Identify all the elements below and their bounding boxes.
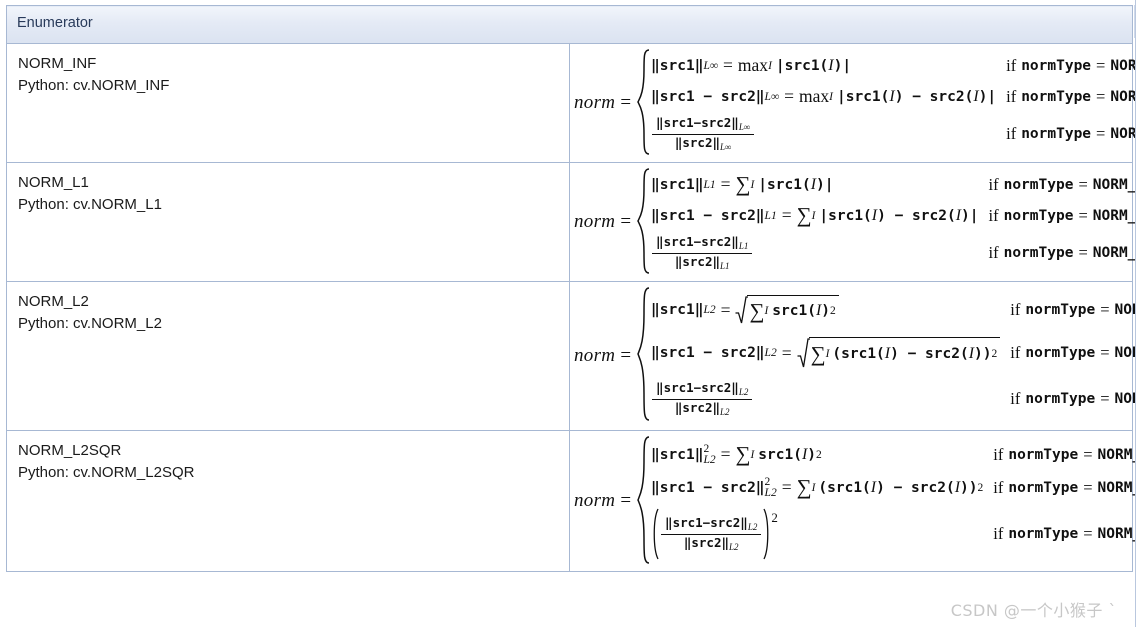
case-expression: ‖src1 − src2‖ 2 L2 = ∑ I (src1(I) − src2(…: [651, 475, 984, 499]
case-expression: ‖src1‖ L2 = ∑ I src1(I) 2: [651, 295, 839, 325]
case-line: ‖src1 − src2‖ L2 = ∑ I (src1(I) − src2(…: [651, 331, 1001, 375]
enum-name-cell: NORM_L2SQR Python: cv.NORM_L2SQR: [6, 430, 570, 572]
table-row: NORM_L2 Python: cv.NORM_L2 norm = ‖src1‖…: [6, 281, 1143, 431]
table-row: NORM_L2SQR Python: cv.NORM_L2SQR norm =: [6, 430, 1143, 572]
case-line: ‖src1 − src2‖ L∞ = max I |src1(I) − src2(I…: [651, 81, 996, 112]
enum-constant-name: NORM_INF: [18, 55, 97, 72]
cases-brace-icon: [637, 435, 651, 567]
case-condition: if normType = NORM_L2: [1010, 289, 1143, 331]
enum-python-alias: Python: cv.NORM_INF: [18, 76, 170, 94]
conditions-list: if normType = NORM_INF if normType = NOR…: [996, 50, 1143, 156]
formula: norm = ‖src1‖ L∞ = max I |src1(I)| ‖sr…: [574, 48, 1143, 158]
case-condition: if normType = NORM_L1: [989, 169, 1143, 200]
case-line: ‖src1−src2‖L2 ‖src2‖L2 2: [651, 504, 983, 564]
formula-equals: =: [620, 345, 632, 366]
enum-constant-name: NORM_L2: [18, 293, 89, 310]
case-condition: if normType = NORM_RELATIVE | NORM_L2SQR: [993, 504, 1143, 564]
case-line: ‖src1‖ L∞ = max I |src1(I)|: [651, 50, 996, 81]
case-expression: ‖src1‖ 2 L2 = ∑ I src1(I) 2: [651, 442, 822, 466]
enum-formula-cell: norm = ‖src1‖ L1 = ∑ I |src1(I)| ‖src1…: [569, 162, 1143, 282]
formula-equals: =: [620, 211, 632, 232]
formula: norm = ‖src1‖ 2 L2 = ∑ I src1(I) 2 ‖sr…: [574, 435, 1143, 567]
case-expression: ‖src1−src2‖L2 ‖src2‖L2 2: [651, 508, 778, 560]
table-body: NORM_INF Python: cv.NORM_INF norm = ‖src…: [6, 43, 1143, 572]
case-expression: ‖src1−src2‖L1 ‖src2‖L1: [651, 234, 753, 271]
square-root: ∑ I src1(I) 2: [735, 295, 839, 325]
formula-lhs: norm: [574, 92, 616, 113]
case-condition: if normType = NORM_L2: [1010, 331, 1143, 375]
formula-lhs: norm: [574, 345, 616, 366]
cases-brace-icon: [637, 286, 651, 426]
enum-formula-cell: norm = ‖src1‖ L2 = ∑ I src1(I) 2 ‖src1…: [569, 281, 1143, 431]
case-expression: ‖src1 − src2‖ L2 = ∑ I (src1(I) − src2(…: [651, 337, 1001, 369]
case-line: ‖src1 − src2‖ 2 L2 = ∑ I (src1(I) − src2(…: [651, 471, 983, 504]
cases-list: ‖src1‖ L∞ = max I |src1(I)| ‖src1 − src2‖ L…: [651, 50, 996, 156]
case-expression: ‖src1‖ L1 = ∑ I |src1(I)|: [651, 172, 834, 196]
conditions-list: if normType = NORM_L1 if normType = NORM…: [979, 169, 1143, 275]
enumerator-table: Enumerator NORM_INF Python: cv.NORM_INF …: [6, 5, 1143, 572]
conditions-list: if normType = NORM_L2 if normType = NORM…: [1000, 289, 1143, 423]
enum-formula-cell: norm = ‖src1‖ 2 L2 = ∑ I src1(I) 2 ‖sr…: [569, 430, 1143, 572]
square-root: ∑ I (src1(I) − src2(I)) 2: [797, 337, 1001, 369]
case-expression: ‖src1 − src2‖ L∞ = max I |src1(I) − src2(I…: [651, 86, 997, 106]
enumerator-table-container: Enumerator NORM_INF Python: cv.NORM_INF …: [0, 0, 1143, 627]
enum-name-cell: NORM_INF Python: cv.NORM_INF: [6, 43, 570, 163]
left-paren-icon: [651, 508, 660, 560]
right-gutter: [1135, 0, 1143, 627]
case-condition: if normType = NORM_RELATIVE | NORM_INF: [1006, 112, 1143, 156]
column-header-enumerator: Enumerator: [6, 5, 1133, 44]
formula-lhs: norm: [574, 490, 616, 511]
case-line: ‖src1‖ L2 = ∑ I src1(I) 2: [651, 289, 1000, 331]
cases-brace-icon: [637, 48, 651, 158]
right-paren-icon: [762, 508, 771, 560]
cases-list: ‖src1‖ L1 = ∑ I |src1(I)| ‖src1 − src2‖ L1 …: [651, 169, 978, 275]
case-expression: ‖src1‖ L∞ = max I |src1(I)|: [651, 55, 852, 75]
fraction: ‖src1−src2‖L∞ ‖src2‖L∞: [652, 115, 755, 152]
enum-name-cell: NORM_L1 Python: cv.NORM_L1: [6, 162, 570, 282]
formula-equals: =: [620, 92, 632, 113]
fraction: ‖src1−src2‖L2 ‖src2‖L2: [652, 380, 753, 417]
case-condition: if normType = NORM_RELATIVE | NORM_L2: [1010, 375, 1143, 423]
table-row: NORM_L1 Python: cv.NORM_L1 norm = ‖src1‖…: [6, 162, 1143, 282]
case-line: ‖src1‖ L1 = ∑ I |src1(I)|: [651, 169, 978, 200]
table-row: NORM_INF Python: cv.NORM_INF norm = ‖src…: [6, 43, 1143, 163]
case-condition: if normType = NORM_INF: [1006, 50, 1143, 81]
fraction: ‖src1−src2‖L1 ‖src2‖L1: [652, 234, 753, 271]
case-condition: if normType = NORM_L2SQR: [993, 471, 1143, 504]
cases-list: ‖src1‖ L2 = ∑ I src1(I) 2 ‖src1 − src2‖…: [651, 289, 1001, 423]
table-head: Enumerator: [6, 5, 1133, 44]
enum-python-alias: Python: cv.NORM_L2: [18, 314, 162, 332]
cases-list: ‖src1‖ 2 L2 = ∑ I src1(I) 2 ‖src1 − src…: [651, 438, 983, 564]
case-condition: if normType = NORM_L1: [989, 200, 1143, 231]
formula-lhs: norm: [574, 211, 616, 232]
formula-equals: =: [620, 490, 632, 511]
enum-python-alias: Python: cv.NORM_L2SQR: [18, 463, 195, 481]
watermark: CSDN @一个小猴子 `: [950, 601, 1117, 620]
enum-python-alias: Python: cv.NORM_L1: [18, 195, 162, 213]
enum-constant-name: NORM_L2SQR: [18, 442, 122, 459]
enum-name-cell: NORM_L2 Python: cv.NORM_L2: [6, 281, 570, 431]
case-condition: if normType = NORM_RELATIVE | NORM_L1: [989, 231, 1143, 275]
formula: norm = ‖src1‖ L1 = ∑ I |src1(I)| ‖src1…: [574, 167, 1143, 277]
case-condition: if normType = NORM_INF: [1006, 81, 1143, 112]
enum-constant-name: NORM_L1: [18, 174, 89, 191]
case-line: ‖src1‖ 2 L2 = ∑ I src1(I) 2: [651, 438, 983, 471]
formula: norm = ‖src1‖ L2 = ∑ I src1(I) 2 ‖src1…: [574, 286, 1143, 426]
cases-brace-icon: [637, 167, 651, 277]
table-header-row: Enumerator: [6, 5, 1133, 44]
case-line: ‖src1−src2‖L2 ‖src2‖L2: [651, 375, 1000, 423]
case-line: ‖src1 − src2‖ L1 = ∑ I |src1(I) − src2(I)|: [651, 200, 978, 231]
case-line: ‖src1−src2‖L1 ‖src2‖L1: [651, 231, 978, 275]
case-line: ‖src1−src2‖L∞ ‖src2‖L∞: [651, 112, 996, 156]
case-expression: ‖src1−src2‖L∞ ‖src2‖L∞: [651, 115, 755, 152]
enum-formula-cell: norm = ‖src1‖ L∞ = max I |src1(I)| ‖sr…: [569, 43, 1143, 163]
case-expression: ‖src1−src2‖L2 ‖src2‖L2: [651, 380, 753, 417]
case-condition: if normType = NORM_L2SQR: [993, 438, 1143, 471]
conditions-list: if normType = NORM_L2SQR if normType = N…: [983, 438, 1143, 564]
fraction: ‖src1−src2‖L2 ‖src2‖L2: [661, 515, 762, 552]
case-expression: ‖src1 − src2‖ L1 = ∑ I |src1(I) − src2(I)|: [651, 203, 979, 227]
